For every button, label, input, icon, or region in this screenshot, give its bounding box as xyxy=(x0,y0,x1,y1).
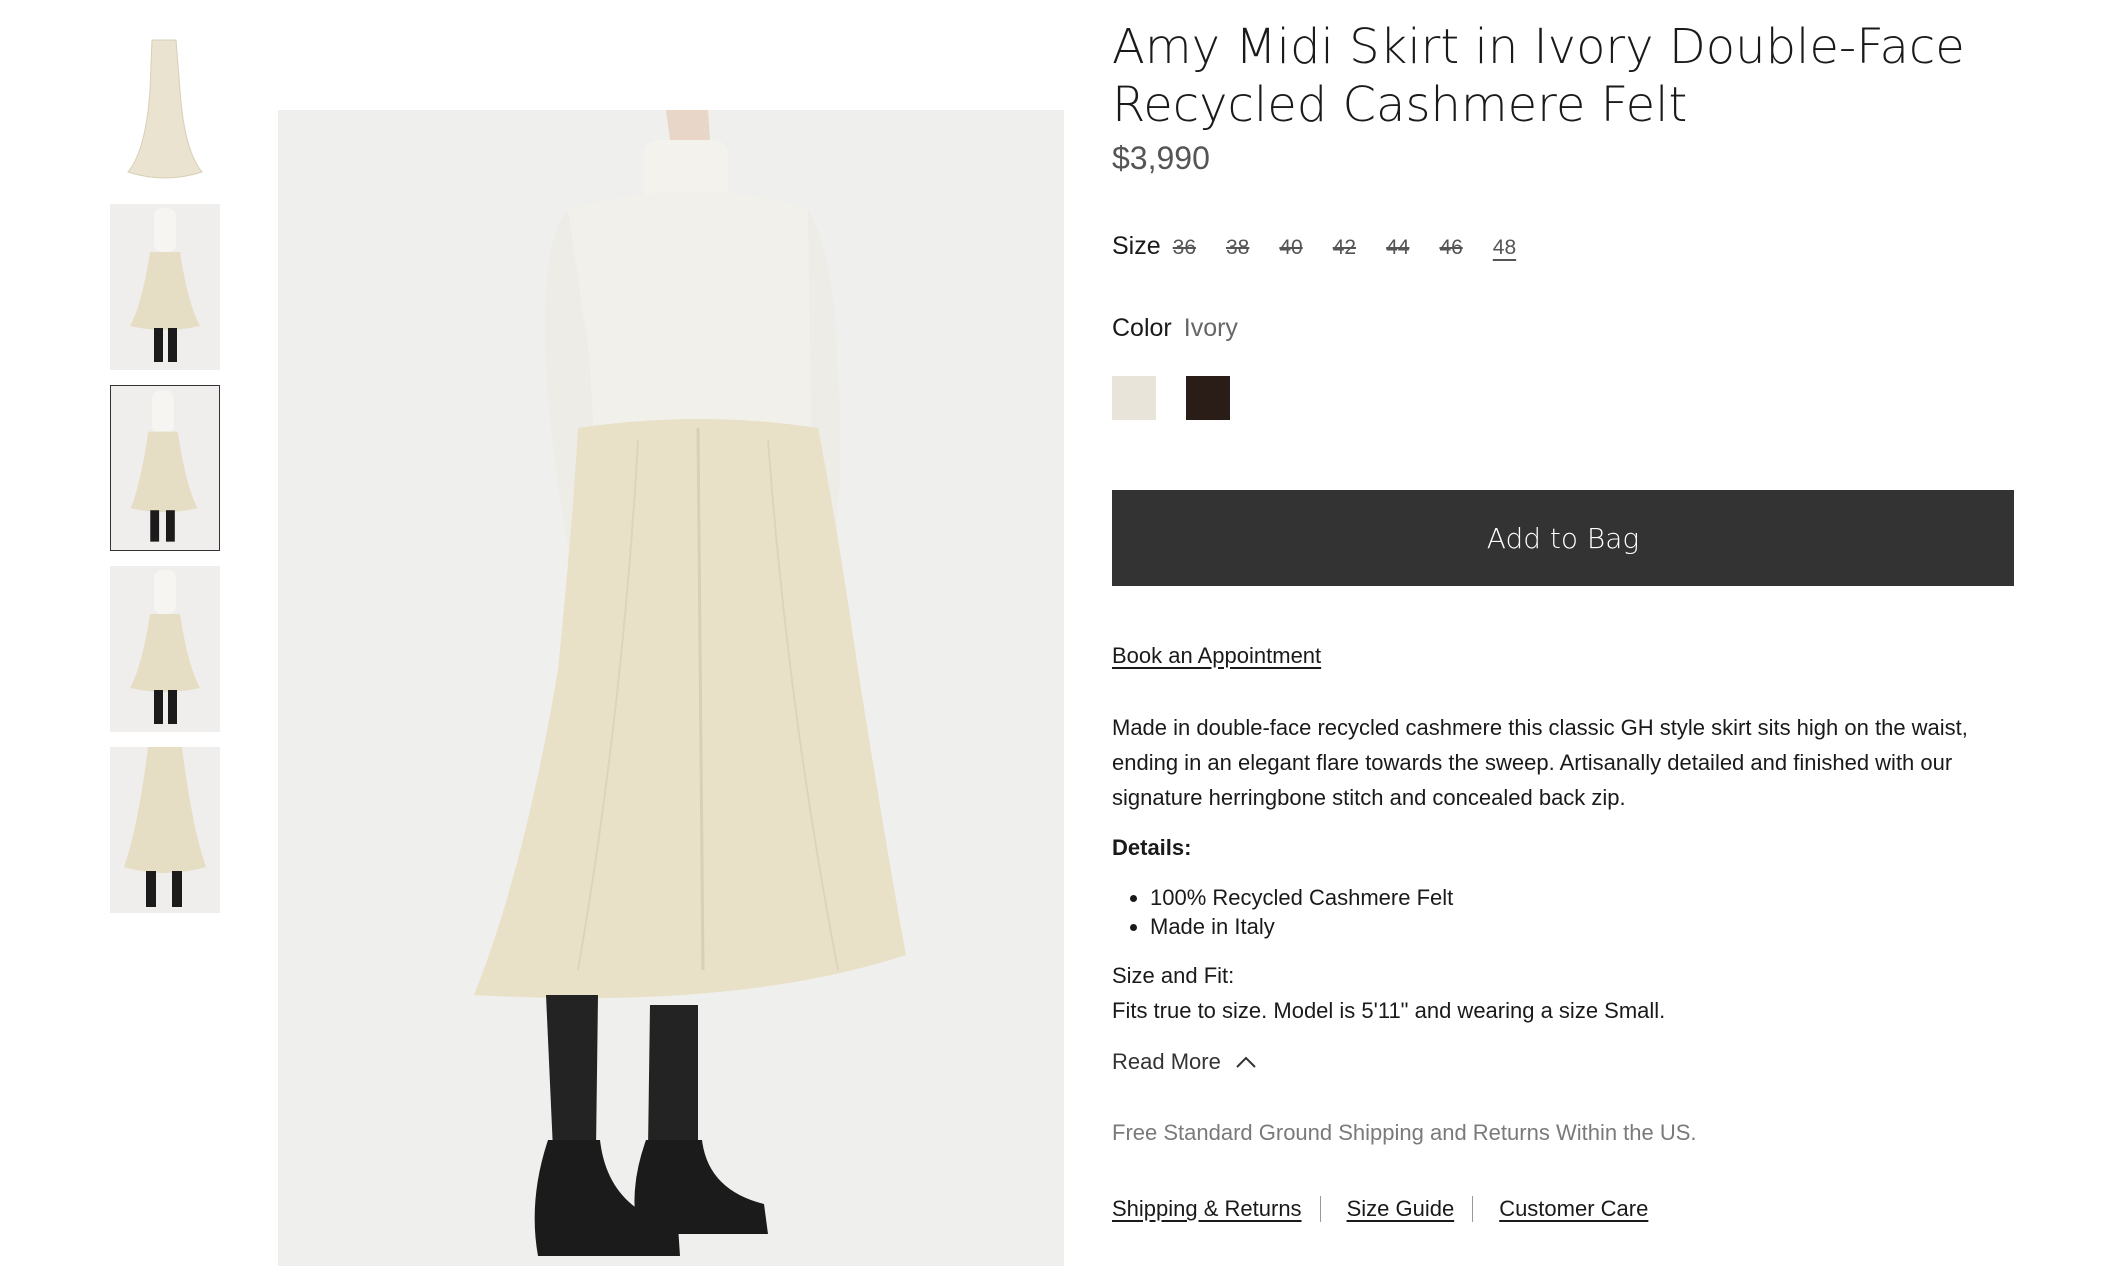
color-label: Color xyxy=(1112,314,1172,342)
thumbnail-model-front-2[interactable] xyxy=(110,566,220,732)
size-option-46[interactable]: 46 xyxy=(1439,236,1462,260)
product-title: Amy Midi Skirt in Ivory Double-Face Recy… xyxy=(1112,19,1965,133)
customer-care-link[interactable]: Customer Care xyxy=(1499,1196,1648,1222)
details-heading: Details: xyxy=(1112,835,1192,860)
size-guide-link[interactable]: Size Guide xyxy=(1347,1196,1455,1222)
thumbnail-model-side[interactable] xyxy=(110,385,220,551)
size-option-48[interactable]: 48 xyxy=(1493,236,1516,260)
color-swatch-ivory[interactable] xyxy=(1112,376,1156,420)
size-fit-heading: Size and Fit: xyxy=(1112,963,1235,988)
product-price: $3,990 xyxy=(1112,140,1210,176)
footer-links: Shipping & Returns Size Guide Customer C… xyxy=(1112,1196,1648,1222)
add-to-bag-button[interactable]: Add to Bag xyxy=(1112,490,2014,586)
size-option-38[interactable]: 38 xyxy=(1226,236,1249,260)
thumbnail-model-front[interactable] xyxy=(110,204,220,370)
thumbnail-skirt-flat[interactable] xyxy=(110,30,220,196)
size-option-40[interactable]: 40 xyxy=(1279,236,1302,260)
size-option-42[interactable]: 42 xyxy=(1333,236,1356,260)
book-appointment-link[interactable]: Book an Appointment xyxy=(1112,643,1321,669)
size-option-44[interactable]: 44 xyxy=(1386,236,1409,260)
thumbnail-model-walking[interactable] xyxy=(110,747,220,913)
selected-color-value: Ivory xyxy=(1183,314,1238,342)
details-list: 100% Recycled Cashmere Felt Made in Ital… xyxy=(1112,883,1453,941)
color-swatches xyxy=(1112,376,1230,420)
color-swatch-dark-brown[interactable] xyxy=(1186,376,1230,420)
size-label: Size xyxy=(1112,232,1161,260)
size-option-36[interactable]: 36 xyxy=(1173,236,1196,260)
list-item: 100% Recycled Cashmere Felt xyxy=(1150,883,1453,912)
list-item: Made in Italy xyxy=(1150,912,1453,941)
link-divider xyxy=(1472,1196,1474,1222)
size-selector: Size 36 38 40 42 44 46 48 xyxy=(1112,232,1546,261)
color-selector: Color Ivory xyxy=(1112,314,1238,343)
read-more-label: Read More xyxy=(1112,1049,1221,1074)
link-divider xyxy=(1319,1196,1321,1222)
chevron-up-icon xyxy=(1236,1056,1256,1068)
shipping-note: Free Standard Ground Shipping and Return… xyxy=(1112,1120,1697,1145)
product-description: Made in double-face recycled cashmere th… xyxy=(1112,715,1968,810)
read-more-toggle[interactable]: Read More xyxy=(1112,1049,1257,1075)
size-fit-text: Fits true to size. Model is 5'11" and we… xyxy=(1112,998,1666,1023)
shipping-returns-link[interactable]: Shipping & Returns xyxy=(1112,1196,1302,1222)
main-product-image[interactable] xyxy=(278,110,1064,1266)
